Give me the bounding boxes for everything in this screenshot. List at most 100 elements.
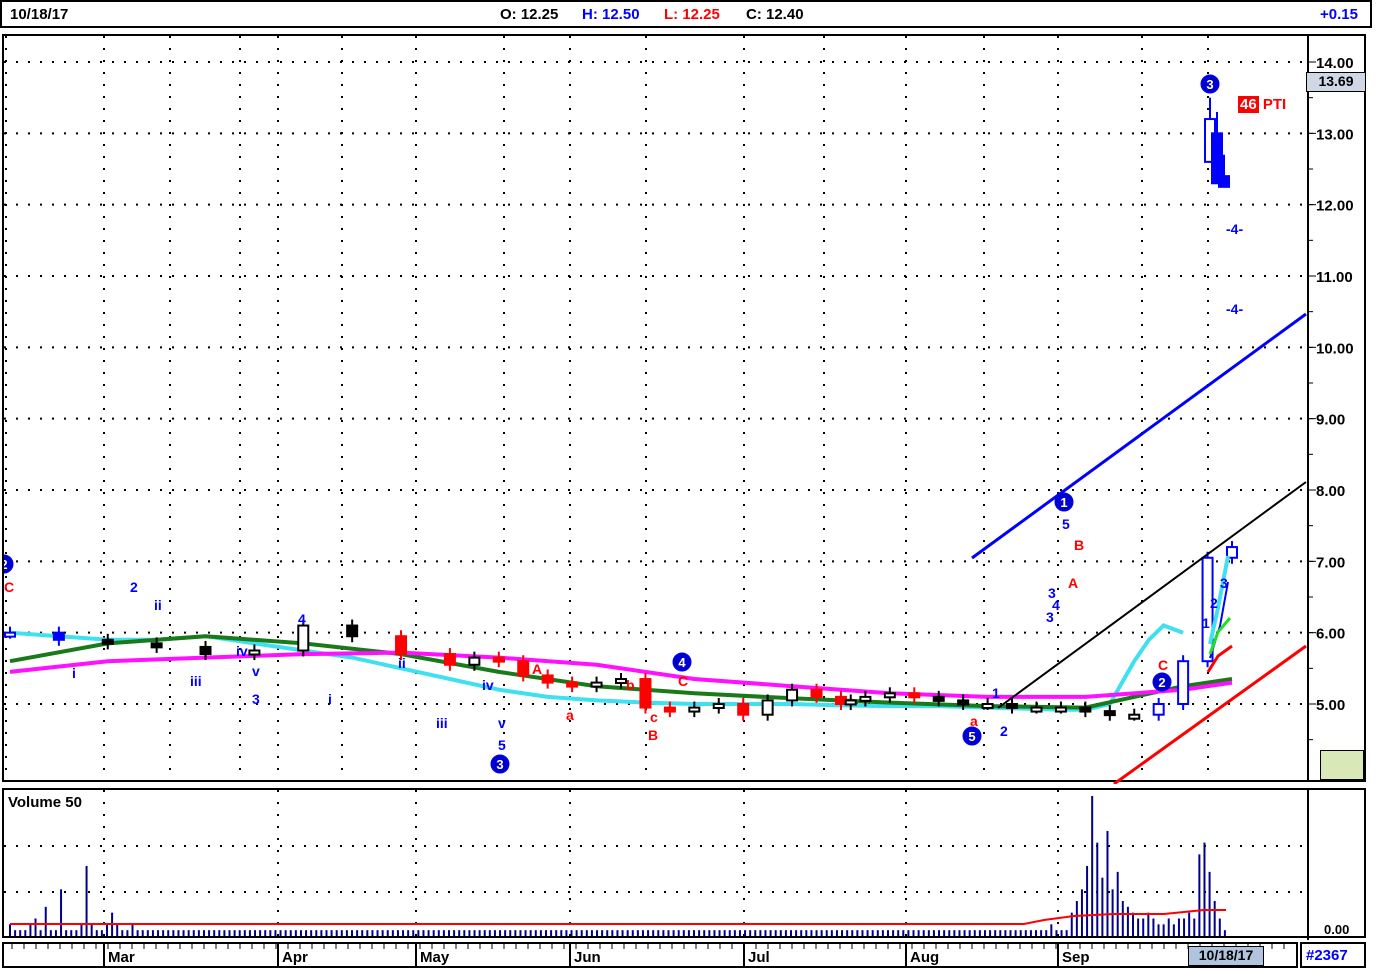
price-candle [1218, 175, 1230, 188]
wave-label-blue: 4 [1052, 597, 1060, 613]
price-candle [615, 678, 627, 685]
price-candle [688, 706, 701, 713]
price-candle [517, 660, 530, 677]
wave-label-blue: 2 [1000, 723, 1008, 739]
target-label: -4- [1226, 301, 1243, 317]
price-candle [908, 692, 921, 699]
date-tick-label: Jul [748, 949, 770, 966]
price-candle [492, 656, 505, 663]
wave-label-blue: iv [236, 643, 248, 659]
quote-header: 10/18/17 O: 12.25 H: 12.50 L: 12.25 C: 1… [0, 0, 1372, 28]
quote-high: H: 12.50 [582, 6, 640, 23]
price-candle [150, 642, 163, 649]
price-candle [639, 678, 652, 709]
quote-low: L: 12.25 [664, 6, 720, 23]
wave-label-blue: 1 [1202, 615, 1210, 631]
price-candle [199, 645, 212, 656]
date-tick-label: Apr [282, 949, 308, 966]
volume-chart[interactable] [4, 790, 1368, 940]
price-panel[interactable]: 14.00 13.00 12.00 11.00 10.00 9.00 8.00 7.00 6.0… [2, 34, 1368, 784]
wave-label-red: c [650, 709, 658, 725]
y-tick-label: 13.00 [1316, 126, 1354, 143]
price-candle [1128, 713, 1141, 720]
wave-label-blue: 5 [1062, 516, 1070, 532]
wave-label-blue: ii [398, 655, 406, 671]
wave-label-blue: 1 [992, 685, 1000, 701]
date-tick-label: Sep [1062, 949, 1090, 966]
price-candle [981, 703, 994, 709]
wave-circle-label: 3 [1206, 77, 1213, 92]
price-candle [1152, 703, 1165, 716]
wave-circle-label: 4 [678, 655, 686, 670]
symbol-ticker: PTI [1262, 96, 1287, 113]
wave-label-blue: 3 [1220, 575, 1228, 591]
wave-label-blue: v [252, 663, 260, 679]
wave-label-blue: i [72, 665, 76, 681]
quote-date: 10/18/17 [10, 6, 69, 23]
price-candle [468, 656, 481, 666]
y-tick-label: 12.00 [1316, 198, 1354, 215]
price-candle [761, 699, 774, 716]
y-tick-label: 11.00 [1316, 269, 1353, 286]
wave-label-blue: iii [190, 673, 202, 689]
price-candle [1079, 706, 1092, 713]
wave-circle-label: 5 [968, 729, 975, 744]
wave-label-blue: 3 [252, 691, 260, 707]
y-tick-label: 10.00 [1316, 340, 1354, 357]
price-candle [4, 631, 16, 638]
price-candle [883, 692, 896, 699]
wave-label-blue: iii [436, 715, 448, 731]
toolbox-icon[interactable] [1320, 750, 1364, 780]
wave-label-red: B [648, 727, 658, 743]
date-tick-label: Aug [910, 949, 939, 966]
wave-label-blue: 5 [498, 737, 506, 753]
wave-label-blue: 4 [298, 611, 306, 627]
price-candle [566, 681, 579, 688]
symbol-count: 46 [1238, 96, 1259, 113]
volume-panel[interactable]: Volume 50 0.00 [2, 788, 1368, 940]
target-label: -4- [1226, 221, 1243, 237]
price-candle [712, 703, 725, 709]
date-tick-label: Jun [574, 949, 601, 966]
date-tick-label: May [420, 949, 450, 966]
wave-label-red: B [1074, 537, 1084, 553]
price-candle [297, 624, 310, 652]
price-chart[interactable]: 14.00 13.00 12.00 11.00 10.00 9.00 8.00 7.00 6.0… [4, 36, 1368, 784]
price-candle [810, 688, 823, 698]
date-axis-svg: Mar Apr May Jun Jul Aug Sep [11, 944, 1285, 968]
last-price-label: 13.69 [1306, 72, 1366, 92]
wave-label-red: b [626, 677, 635, 693]
wave-label-red: C [678, 673, 688, 689]
price-candle [1006, 703, 1019, 709]
wave-label-red: A [1068, 575, 1078, 591]
wave-label-red: a [566, 707, 574, 723]
wave-label-blue: v [498, 715, 506, 731]
wave-label-blue: 2 [1210, 595, 1218, 611]
price-candle [443, 653, 456, 666]
price-candle [1177, 660, 1190, 706]
volume-title: Volume 50 [8, 794, 82, 811]
chart-id-box: #2367 [1300, 942, 1366, 968]
price-candle [395, 635, 408, 656]
symbol-badge: 46 PTI [1238, 96, 1286, 113]
wave-circle-label: 2 [1158, 675, 1165, 690]
price-candle [932, 695, 945, 702]
y-tick-label: 8.00 [1316, 483, 1345, 500]
channel-line-blue [971, 312, 1307, 560]
wave-circle-label: 1 [1060, 495, 1067, 510]
price-candle [248, 649, 261, 656]
wave-label-blue: iv [482, 677, 494, 693]
price-candle [346, 624, 359, 638]
price-candle [541, 674, 554, 684]
volume-ma-line [10, 909, 1226, 925]
wave-label-red: C [1158, 657, 1168, 673]
price-candle [1054, 706, 1067, 713]
price-candle [1103, 710, 1116, 717]
wave-circle-label: 3 [496, 757, 503, 772]
wave-label-blue: ii [154, 597, 162, 613]
y-tick-label: 14.00 [1316, 55, 1354, 72]
y-tick-label: 9.00 [1316, 412, 1345, 429]
y-tick-label: 6.00 [1316, 626, 1345, 643]
date-axis: Mar Apr May Jun Jul Aug Sep 10/18/17 [2, 942, 1298, 968]
price-candle [1030, 706, 1043, 713]
